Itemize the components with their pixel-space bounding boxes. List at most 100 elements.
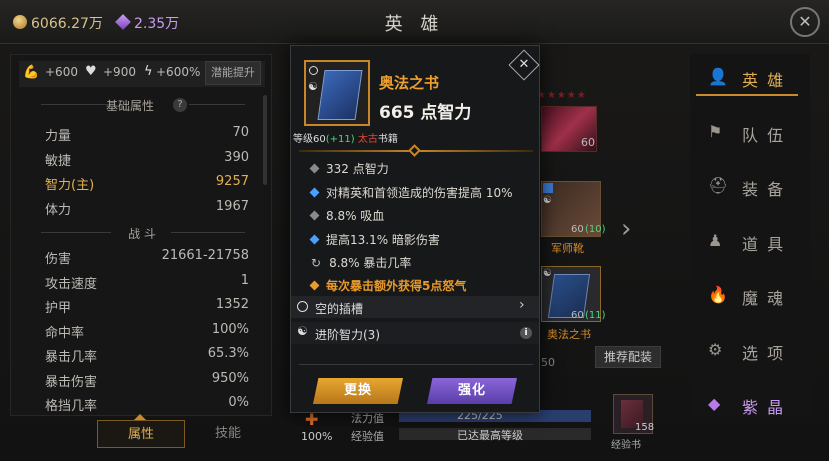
yin-yang-icon: ☯ [543, 195, 552, 206]
blue-diamond-icon [309, 234, 320, 244]
stat-value: 1352 [215, 297, 249, 312]
arm-icon: 💪 [23, 65, 40, 80]
stat-row: 暴击伤害 950% [45, 371, 249, 391]
item-type: 书籍 [377, 134, 398, 145]
stat-label: 暴击几率 [45, 350, 98, 365]
stat-row: 力量 70 [45, 125, 249, 145]
nav-item[interactable]: ◆ 紫 晶 [690, 385, 800, 425]
boots-name: 军师靴 [551, 242, 584, 255]
item-stat: 332 点智力 [309, 160, 389, 177]
armor-level: 60 [581, 136, 595, 149]
help-icon[interactable]: ? [173, 98, 187, 112]
combat-section-title: 战 斗 [128, 227, 156, 241]
nav-icon: ⚑ [708, 121, 723, 141]
nav-label: 紫 晶 [742, 398, 786, 417]
tab-attributes[interactable]: 属性 [97, 420, 185, 448]
recommend-button[interactable]: 推荐配装 [595, 346, 661, 368]
nav-icon: ⚙ [708, 339, 723, 359]
stat-row: 智力(主) 9257 [45, 174, 249, 194]
socket-label: 空的插槽 [315, 302, 364, 316]
stat-row: 护甲 1352 [45, 297, 249, 317]
power-bonus: +600% [156, 65, 201, 79]
stat-value: 9257 [215, 174, 249, 189]
yin-yang-icon: ☯ [297, 324, 308, 338]
gem-socket-icon [543, 183, 553, 193]
chevron-right-icon[interactable]: › [621, 214, 631, 244]
stat-value: 0% [228, 395, 249, 410]
info-icon[interactable]: i [520, 327, 532, 339]
item-detail-popup: ✕ ☯ 奥法之书 665 点智力 等级60(+11) 太古书籍 332 点智力对… [290, 45, 540, 413]
blue-diamond-icon [309, 187, 320, 197]
stat-value: 70 [232, 125, 249, 140]
book-name: 奥法之书 [547, 328, 591, 341]
stat-value: 950% [211, 370, 249, 386]
item-stat-text: 8.8% 吸血 [326, 209, 385, 223]
empty-socket-icon [309, 66, 318, 75]
stat-label: 格挡几率 [45, 399, 98, 414]
item-level: 等级60 [293, 134, 326, 145]
stat-row: 敏捷 390 [45, 150, 249, 170]
stat-label: 敏捷 [45, 153, 72, 169]
nav-label: 装 备 [742, 180, 786, 199]
close-icon[interactable]: ✕ [513, 54, 535, 76]
nav-icon: ◆ [708, 394, 721, 413]
divider [299, 364, 533, 365]
chevron-right-icon: › [519, 297, 525, 313]
page-title: 英 雄 [384, 14, 445, 35]
upgrade-button[interactable]: 强化 [427, 378, 517, 404]
basic-section-title: 基础属性 [105, 99, 154, 113]
nav-label: 道 具 [742, 234, 786, 254]
reroll-icon: ↻ [311, 256, 322, 270]
book-plus: (11) [585, 310, 606, 321]
stat-row: 攻击速度 1 [45, 273, 249, 293]
tab-skills[interactable]: 技能 [186, 420, 270, 448]
exp-book-name: 经验书 [611, 440, 641, 451]
item-stat-text: 332 点智力 [326, 162, 389, 176]
star-rating: ★★★★★ [537, 90, 587, 101]
potential-button[interactable]: 潜能提升 [205, 61, 261, 85]
scrollbar[interactable] [263, 95, 267, 185]
stat-label: 伤害 [45, 252, 72, 267]
gray-diamond-icon [309, 210, 320, 221]
yin-yang-icon: ☯ [308, 80, 318, 93]
item-stat-text: 8.8% 暴击几率 [329, 256, 412, 270]
stat-label: 暴击伤害 [45, 374, 98, 390]
nav-item[interactable]: 👤 英 雄 [690, 58, 800, 98]
nav-item[interactable]: ⚙ 选 项 [690, 331, 800, 371]
hp-bonus: +900 [103, 65, 136, 79]
lightning-icon: ϟ [144, 64, 153, 79]
stat-label: 体力 [45, 202, 72, 218]
stat-label: 智力(主) [45, 178, 95, 193]
item-quality: 太古 [357, 134, 378, 145]
exp-value: 已达最高等级 [457, 429, 523, 442]
nav-item[interactable]: ⛑ 装 备 [690, 167, 800, 207]
exp-label: 经验值 [351, 430, 384, 443]
nav-label: 队 伍 [742, 125, 786, 145]
nav-item[interactable]: ♟ 道 具 [690, 222, 800, 262]
stat-row: 伤害 21661-21758 [45, 248, 249, 268]
item-stat: 对精英和首领造成的伤害提高 10% [309, 184, 513, 201]
stat-row: 命中率 100% [45, 322, 249, 342]
replace-button[interactable]: 更换 [313, 378, 403, 404]
close-icon: ✕ [798, 12, 812, 31]
item-meta: 等级60(+11) 太古书籍 [293, 130, 398, 145]
attributes-panel: 💪 +600 ♥ +900 ϟ +600% 潜能提升 基础属性 ? 力量 70 敏捷… [10, 54, 272, 416]
item-stat: 8.8% 吸血 [309, 207, 385, 224]
boots-plus: (10) [585, 224, 606, 235]
exp-book-count: 158 [635, 422, 655, 433]
item-name: 奥法之书 [379, 74, 440, 92]
stat-value: 1967 [215, 198, 249, 214]
item-main-stat: 665 点智力 [379, 103, 472, 123]
stat-label: 力量 [45, 129, 72, 144]
nav-item[interactable]: ⚑ 队 伍 [690, 113, 800, 153]
item-stat-text: 提高13.1% 暗影伤害 [326, 232, 440, 247]
stat-value: 390 [224, 149, 249, 165]
book-level: 60 [571, 310, 584, 321]
nav-icon: ♟ [708, 230, 723, 250]
stat-row: 暴击几率 65.3% [45, 346, 249, 366]
close-button[interactable]: ✕ [790, 7, 820, 37]
book-icon [547, 274, 591, 318]
nav-item[interactable]: 🔥 魔 魂 [690, 276, 800, 316]
book-icon [317, 70, 363, 120]
legendary-stat: 每次暴击额外获得5点怒气 [309, 277, 466, 294]
